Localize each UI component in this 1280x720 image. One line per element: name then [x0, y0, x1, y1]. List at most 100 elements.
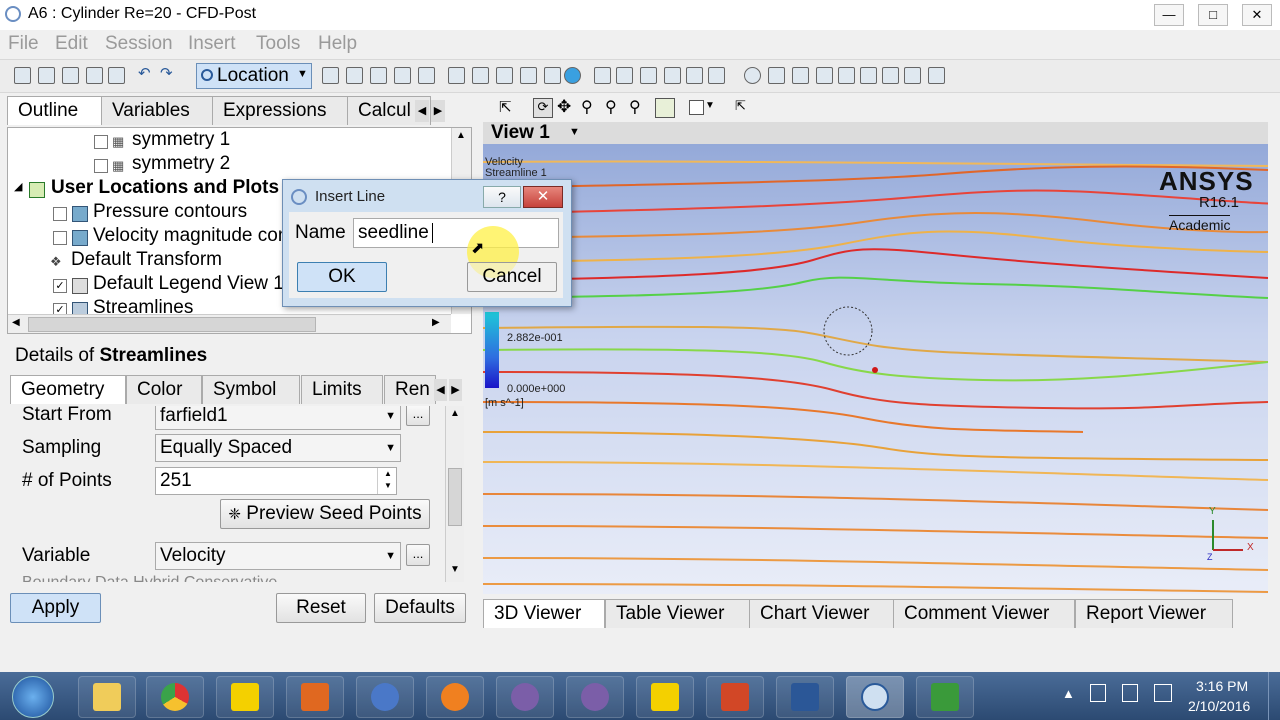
- particle-track-icon[interactable]: [394, 67, 411, 84]
- scroll-left-icon[interactable]: ◀: [12, 317, 20, 328]
- tab-color[interactable]: Color: [126, 375, 202, 404]
- table-icon[interactable]: [640, 67, 657, 84]
- checkbox-velocity-contours[interactable]: [53, 231, 67, 245]
- scroll-down-icon[interactable]: ▼: [450, 564, 460, 575]
- tab-report-viewer[interactable]: Report Viewer: [1075, 599, 1233, 628]
- probe-icon[interactable]: [816, 67, 833, 84]
- points-stepper[interactable]: 251: [155, 467, 397, 495]
- tree-item-symmetry-2[interactable]: symmetry 2: [132, 153, 230, 175]
- tab-limits[interactable]: Limits: [301, 375, 383, 404]
- taskbar-app-emacs-1[interactable]: [496, 676, 554, 718]
- 3d-viewer[interactable]: Velocity Streamline 1 2.882e-001 0.000e+…: [483, 122, 1268, 594]
- action-center-icon[interactable]: [1090, 684, 1106, 702]
- rotate-icon[interactable]: ⟳: [533, 98, 553, 118]
- taskbar-app-ansys[interactable]: [636, 676, 694, 718]
- taskbar-app-chrome[interactable]: [146, 676, 204, 718]
- checkbox-pressure-contours[interactable]: [53, 207, 67, 221]
- save-state-icon[interactable]: [62, 67, 79, 84]
- taskbar-app-camtasia[interactable]: [916, 676, 974, 718]
- zoom-icon[interactable]: ⚲: [581, 97, 593, 117]
- outline-horizontal-scrollbar[interactable]: ◀ ▶: [8, 314, 451, 333]
- location-dropdown-button[interactable]: Location ▼: [196, 63, 312, 89]
- spin-up-icon[interactable]: ▲: [378, 468, 398, 480]
- menu-edit[interactable]: Edit: [55, 33, 88, 55]
- pan-icon[interactable]: ✥: [557, 97, 571, 117]
- tab-comment-viewer[interactable]: Comment Viewer: [893, 599, 1075, 628]
- function-calculator-icon[interactable]: [838, 67, 855, 84]
- variable-icon[interactable]: [594, 67, 611, 84]
- chevron-down-icon[interactable]: ▼: [705, 100, 715, 111]
- collapse-arrow-icon[interactable]: ◢: [14, 180, 22, 193]
- menu-tools[interactable]: Tools: [256, 33, 300, 55]
- details-tab-right-icon[interactable]: ▶: [449, 379, 462, 401]
- redo-icon[interactable]: ↷: [160, 64, 175, 82]
- checkbox-symmetry-2[interactable]: [94, 159, 108, 173]
- macro-calculator-icon[interactable]: [860, 67, 877, 84]
- sampling-select[interactable]: Equally Spaced ▼: [155, 434, 401, 462]
- tree-item-pressure-contours[interactable]: Pressure contours: [93, 201, 247, 223]
- taskbar-app-workbench[interactable]: [216, 676, 274, 718]
- scroll-right-icon[interactable]: ▶: [432, 317, 440, 328]
- network-icon[interactable]: [1122, 684, 1138, 702]
- volume-icon[interactable]: [1154, 684, 1172, 702]
- apply-button[interactable]: Apply: [10, 593, 101, 623]
- menu-insert[interactable]: Insert: [188, 33, 236, 55]
- color-map-icon[interactable]: [564, 67, 581, 84]
- tab-render[interactable]: Ren: [384, 375, 436, 404]
- name-input[interactable]: seedline: [353, 218, 559, 248]
- zoom-fit-icon[interactable]: ⚲: [629, 97, 641, 117]
- view-selector[interactable]: View 1: [491, 122, 550, 144]
- volume-rendering-icon[interactable]: [418, 67, 435, 84]
- select-pointer-icon[interactable]: ⇱: [499, 98, 512, 116]
- taskbar-app-matlab[interactable]: [286, 676, 344, 718]
- start-from-browse-button[interactable]: ...: [406, 406, 430, 426]
- close-window-button[interactable]: ✕: [1242, 4, 1272, 26]
- tree-item-user-locations[interactable]: User Locations and Plots: [51, 177, 279, 199]
- scroll-thumb[interactable]: [28, 317, 316, 332]
- refresh-icon[interactable]: [86, 67, 103, 84]
- dialog-help-button[interactable]: ?: [483, 186, 521, 208]
- chart-icon[interactable]: [664, 67, 681, 84]
- tab-variables[interactable]: Variables: [101, 96, 215, 125]
- case-comparison-icon[interactable]: [904, 67, 921, 84]
- menu-session[interactable]: Session: [105, 33, 173, 55]
- mesh-calculator-icon[interactable]: [882, 67, 899, 84]
- variable-select[interactable]: Velocity ▼: [155, 542, 401, 570]
- load-state-icon[interactable]: [14, 67, 31, 84]
- tab-outline[interactable]: Outline: [7, 96, 103, 125]
- taskbar-app-cfd-post[interactable]: [846, 676, 904, 718]
- instance-transform-icon[interactable]: [520, 67, 537, 84]
- timestep-icon[interactable]: [744, 67, 761, 84]
- minimize-button[interactable]: —: [1154, 4, 1184, 26]
- scroll-up-icon[interactable]: ▲: [456, 130, 466, 141]
- expression-icon[interactable]: [616, 67, 633, 84]
- checkbox-symmetry-1[interactable]: [94, 135, 108, 149]
- cancel-button[interactable]: Cancel: [467, 262, 557, 292]
- contour-icon[interactable]: [346, 67, 363, 84]
- dialog-close-button[interactable]: ✕: [523, 186, 563, 208]
- clock-time[interactable]: 3:16 PM: [1196, 678, 1248, 694]
- taskbar-app-word[interactable]: [776, 676, 834, 718]
- tab-expressions[interactable]: Expressions: [212, 96, 351, 125]
- tab-scroll-left-icon[interactable]: ◀: [415, 100, 429, 122]
- tab-scroll-right-icon[interactable]: ▶: [431, 100, 445, 122]
- details-vertical-scrollbar[interactable]: ▲ ▼: [445, 406, 464, 582]
- tab-chart-viewer[interactable]: Chart Viewer: [749, 599, 895, 628]
- load-results-icon[interactable]: [38, 67, 55, 84]
- clip-plane-icon[interactable]: [544, 67, 561, 84]
- ok-button[interactable]: OK: [297, 262, 387, 292]
- screenshot-icon[interactable]: [108, 67, 125, 84]
- tab-table-viewer[interactable]: Table Viewer: [605, 599, 751, 628]
- taskbar-app-explorer[interactable]: [78, 676, 136, 718]
- animation-icon[interactable]: [768, 67, 785, 84]
- start-from-select[interactable]: farfield1 ▼: [155, 406, 401, 430]
- chevron-down-icon[interactable]: ▼: [569, 126, 580, 138]
- show-desktop-button[interactable]: [1268, 672, 1280, 720]
- checkbox-legend-view[interactable]: ✓: [53, 279, 67, 293]
- quick-editor-icon[interactable]: [792, 67, 809, 84]
- viewport-layout-icon[interactable]: [689, 100, 704, 115]
- sync-views-icon[interactable]: ⇱: [735, 98, 746, 114]
- defaults-button[interactable]: Defaults: [374, 593, 466, 623]
- menu-file[interactable]: File: [8, 33, 39, 55]
- tab-geometry[interactable]: Geometry: [10, 375, 126, 404]
